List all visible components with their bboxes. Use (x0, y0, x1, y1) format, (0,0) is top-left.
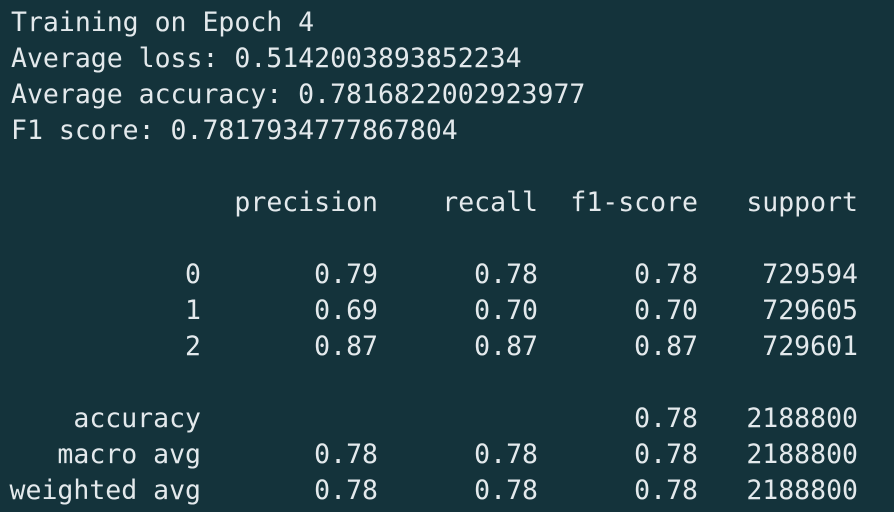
support-value: 2188800 (746, 475, 858, 506)
f1-value: 0.78 (634, 439, 698, 470)
precision-value: 0.78 (314, 475, 378, 506)
f1-value: 0.70 (634, 295, 698, 326)
precision-value: 0.69 (314, 295, 378, 326)
row-label: accuracy (73, 403, 201, 434)
precision-value: 0.79 (314, 259, 378, 290)
column-header-support: support (746, 187, 858, 218)
recall-value: 0.70 (474, 295, 538, 326)
f1-value: 0.87 (634, 331, 698, 362)
row-label: 0 (185, 259, 201, 290)
support-value: 729601 (762, 331, 858, 362)
precision-value: 0.87 (314, 331, 378, 362)
recall-value: 0.78 (474, 439, 538, 470)
recall-value: 0.87 (474, 331, 538, 362)
precision-value: 0.78 (314, 439, 378, 470)
f1-value: 0.78 (634, 259, 698, 290)
column-header-f1-score: f1-score (570, 187, 698, 218)
terminal-output: Training on Epoch 4 Average loss: 0.5142… (0, 0, 894, 512)
support-value: 729605 (762, 295, 858, 326)
epoch-line: Training on Epoch 4 (11, 7, 315, 38)
support-value: 729594 (762, 259, 858, 290)
average-accuracy-line: Average accuracy: 0.7816822002923977 (11, 79, 586, 110)
recall-value: 0.78 (474, 475, 538, 506)
f1-value: 0.78 (634, 403, 698, 434)
average-loss-line: Average loss: 0.5142003893852234 (11, 43, 522, 74)
support-value: 2188800 (746, 439, 858, 470)
recall-value: 0.78 (474, 259, 538, 290)
support-value: 2188800 (746, 403, 858, 434)
row-label: macro avg (57, 439, 201, 470)
row-label: weighted avg (9, 475, 201, 506)
column-header-precision: precision (234, 187, 378, 218)
row-label: 2 (185, 331, 201, 362)
column-header-recall: recall (442, 187, 538, 218)
f1-score-line: F1 score: 0.7817934777867804 (11, 115, 458, 146)
row-label: 1 (185, 295, 201, 326)
f1-value: 0.78 (634, 475, 698, 506)
